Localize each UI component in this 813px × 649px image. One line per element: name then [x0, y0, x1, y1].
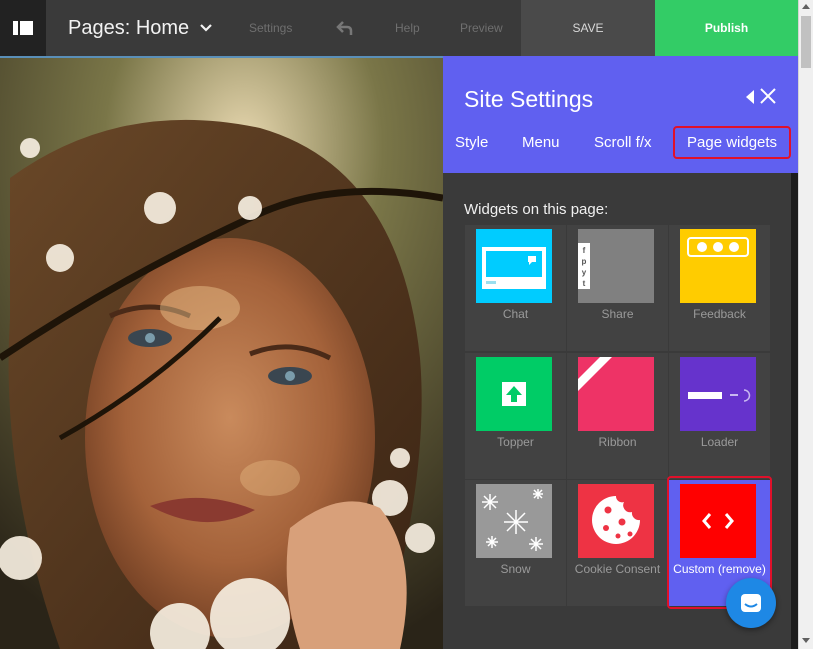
scroll-up-arrow-icon[interactable] — [802, 4, 810, 9]
widget-label: Ribbon — [598, 435, 637, 449]
widget-loader[interactable]: Loader — [669, 353, 770, 479]
svg-text:t: t — [583, 279, 586, 288]
page-title: Pages: Home — [68, 16, 190, 39]
chat-launcher-button[interactable] — [726, 578, 776, 628]
preview-button[interactable]: Preview — [460, 0, 503, 56]
publish-button[interactable]: Publish — [655, 0, 798, 56]
widget-feedback[interactable]: Feedback — [669, 225, 770, 351]
page-widgets-panel: Widgets on this page: Chat f p y t Share… — [443, 173, 791, 649]
help-button[interactable]: Help — [395, 0, 420, 56]
top-toolbar: Pages: Home Settings Help Preview SAVE P… — [0, 0, 798, 56]
arrow-up-icon — [476, 357, 552, 431]
widgets-heading: Widgets on this page: — [464, 201, 609, 218]
collapse-panel-icon[interactable] — [745, 90, 755, 104]
undo-icon[interactable] — [336, 19, 354, 37]
hero-photo[interactable] — [0, 58, 443, 649]
chat-icon — [476, 229, 552, 303]
widget-topper[interactable]: Topper — [465, 353, 566, 479]
woman-with-flowers-image — [0, 58, 443, 649]
widget-share[interactable]: f p y t Share — [567, 225, 668, 351]
tab-menu[interactable]: Menu — [522, 134, 560, 151]
loader-icon — [680, 357, 756, 431]
scroll-down-arrow-icon[interactable] — [802, 638, 810, 643]
panel-title: Site Settings — [464, 86, 594, 112]
svg-text:f: f — [583, 246, 586, 255]
widget-label: Snow — [500, 562, 531, 576]
editor-window: Pages: Home Settings Help Preview SAVE P… — [0, 0, 813, 649]
widget-chat[interactable]: Chat — [465, 225, 566, 351]
panel-toggle-icon — [13, 21, 33, 35]
tab-style[interactable]: Style — [455, 134, 488, 151]
chat-bubble-icon — [741, 594, 761, 612]
widget-label: Share — [601, 307, 634, 321]
sidebar-toggle-button[interactable] — [0, 0, 46, 56]
widget-label: Topper — [497, 435, 534, 449]
share-icon: f p y t — [578, 229, 654, 303]
cookie-icon — [578, 484, 654, 558]
svg-text:p: p — [582, 257, 587, 266]
page-selector[interactable]: Pages: Home — [68, 17, 213, 40]
widget-cookie-consent[interactable]: Cookie Consent — [567, 480, 668, 606]
chevron-down-icon — [200, 24, 212, 32]
ribbon-icon — [578, 357, 654, 431]
svg-text:y: y — [582, 268, 587, 277]
settings-button[interactable]: Settings — [249, 0, 292, 56]
widget-label: Loader — [700, 435, 739, 449]
widget-ribbon[interactable]: Ribbon — [567, 353, 668, 479]
widget-label: Cookie Consent — [574, 562, 661, 576]
close-icon[interactable] — [760, 88, 776, 104]
scrollbar-thumb[interactable] — [801, 16, 811, 68]
snowflake-icon — [476, 484, 552, 558]
tab-page-widgets[interactable]: Page widgets — [673, 126, 792, 159]
panel-edge — [791, 173, 798, 649]
save-button[interactable]: SAVE — [521, 0, 655, 56]
widget-label: Feedback — [693, 307, 746, 321]
widget-snow[interactable]: Snow — [465, 480, 566, 606]
tab-scroll-fx[interactable]: Scroll f/x — [594, 134, 652, 151]
page-scrollbar[interactable] — [798, 0, 813, 649]
feedback-icon — [680, 229, 756, 303]
site-settings-header: Site Settings Style Menu Scroll f/x Page… — [443, 56, 798, 173]
widget-label: Chat — [502, 307, 529, 321]
